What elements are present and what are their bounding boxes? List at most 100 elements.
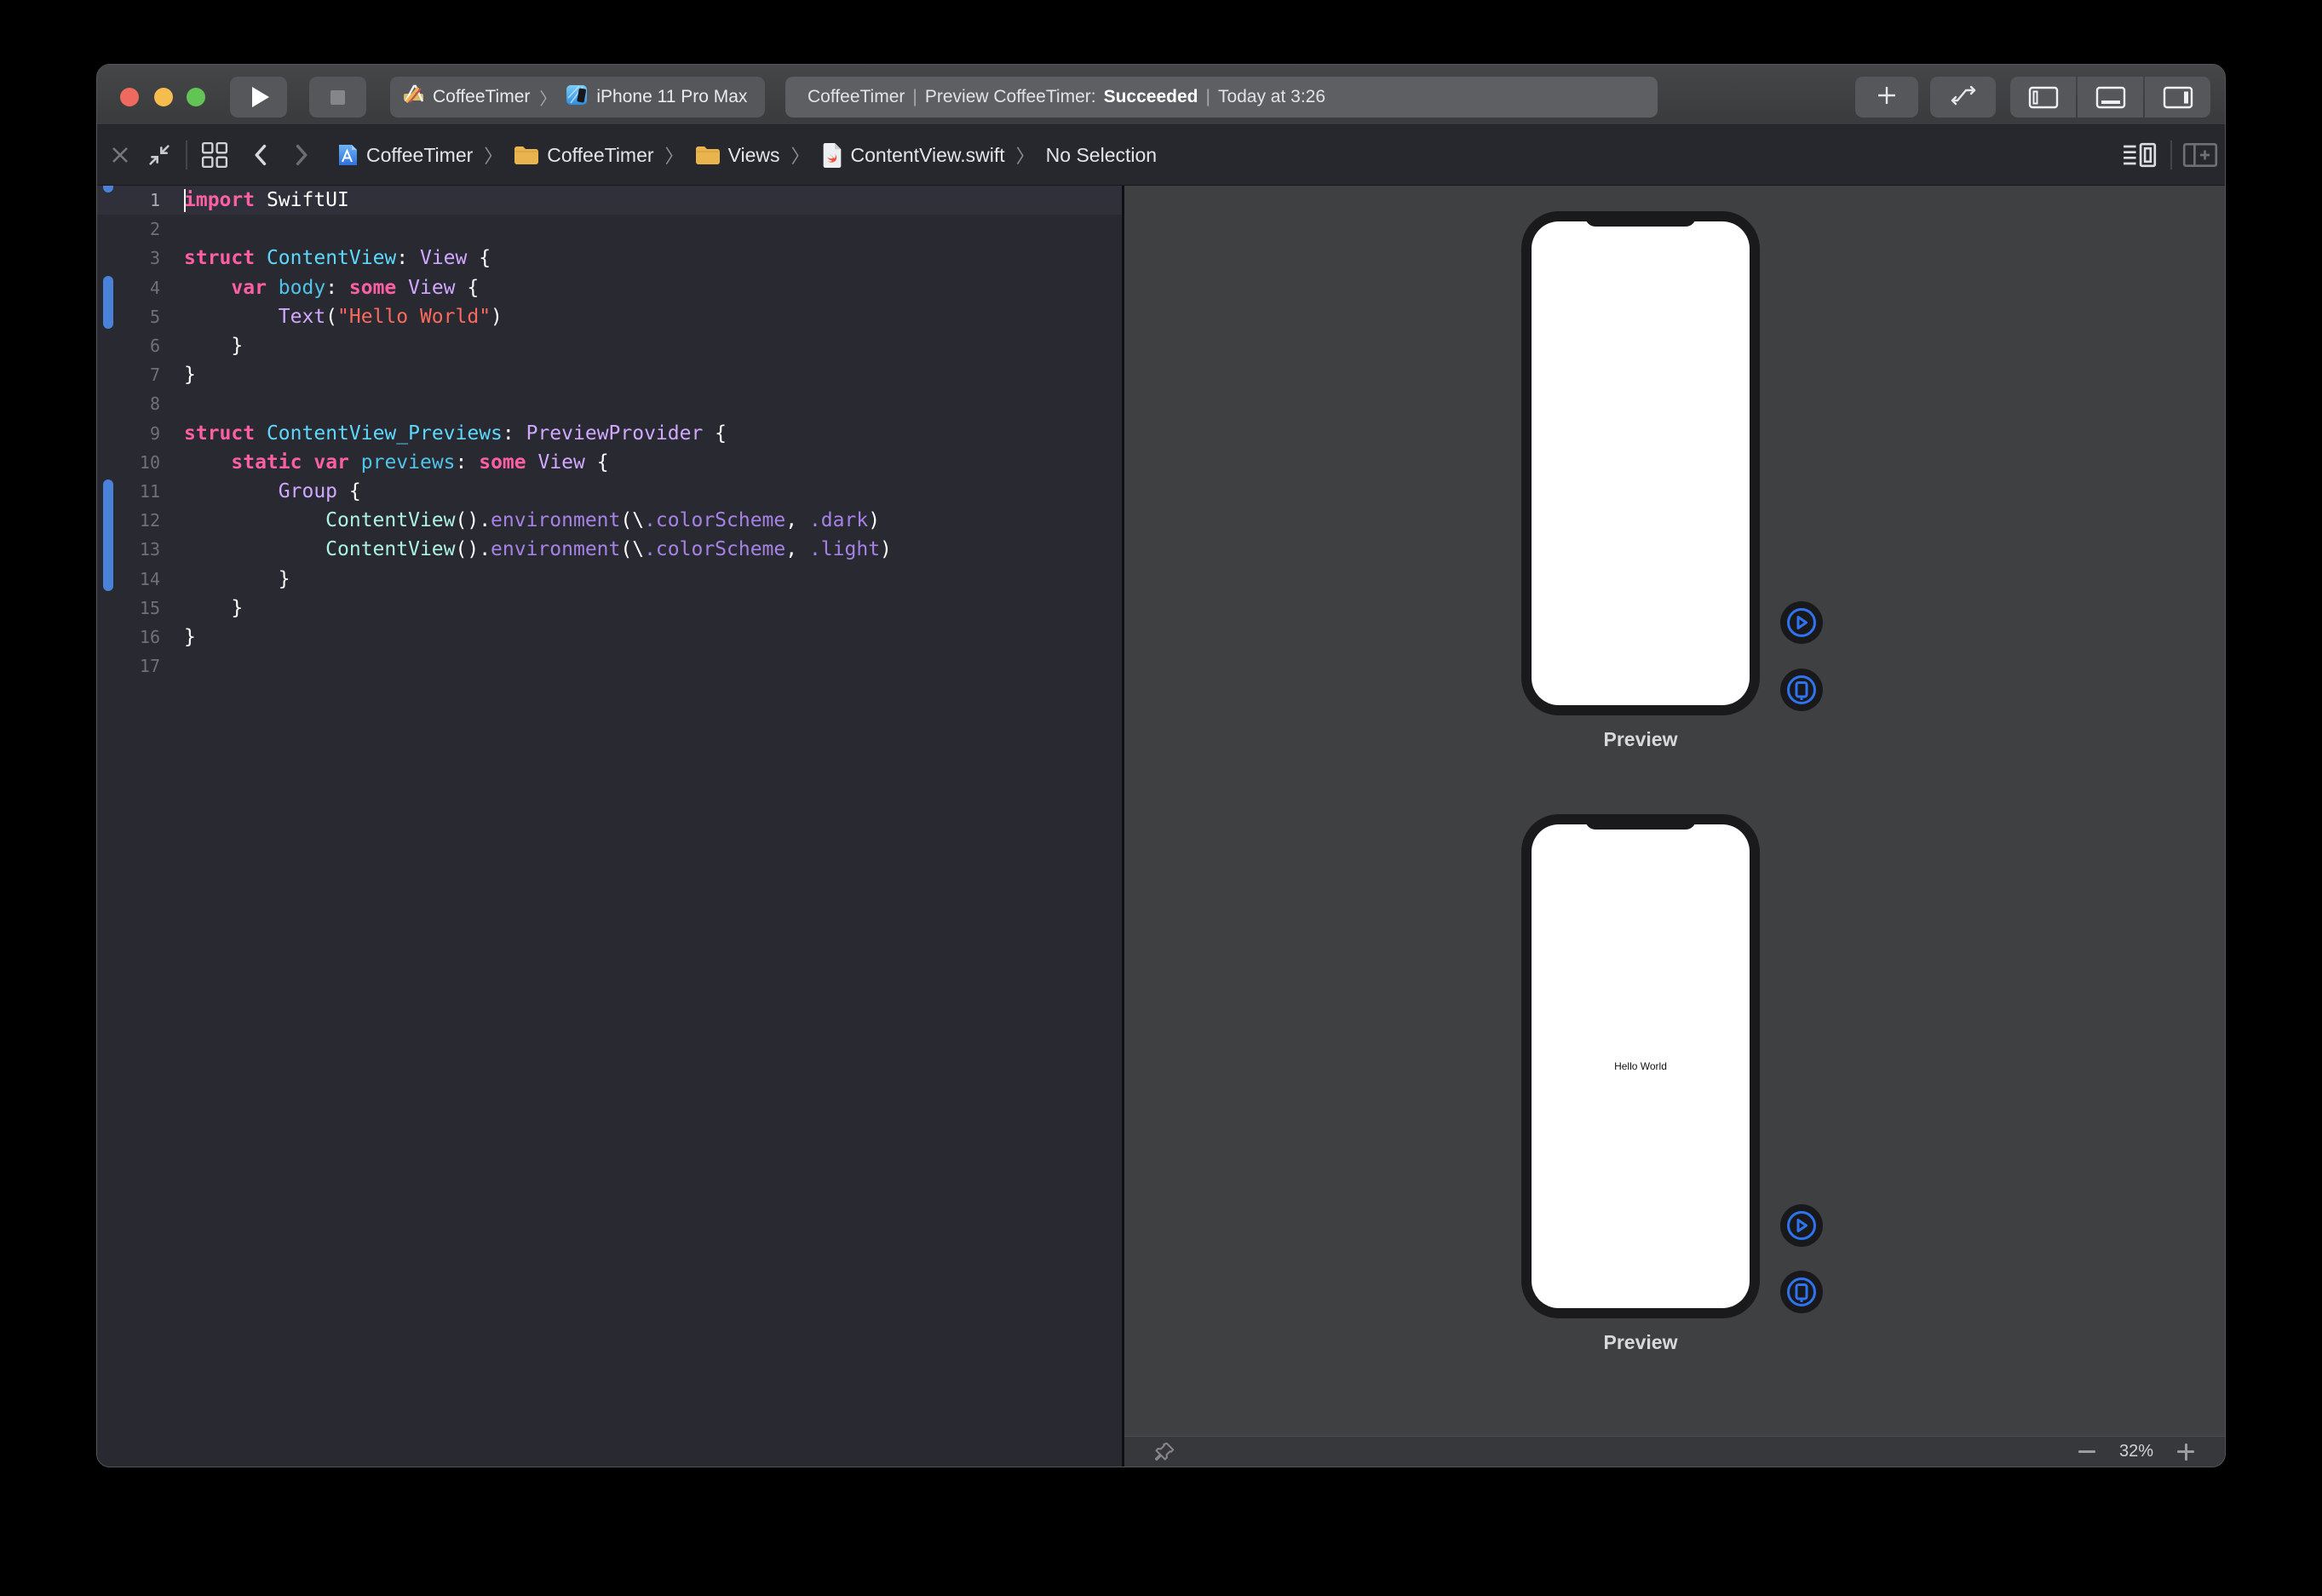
code-rows: 1 import SwiftUI 2 3 struct ContentView: Vie…	[97, 186, 1122, 680]
breadcrumb-item[interactable]: Views	[695, 144, 780, 167]
plus-icon	[1876, 84, 1898, 111]
code-line[interactable]: 9struct ContentView_Previews: PreviewPro…	[97, 419, 1122, 448]
device-preview-light[interactable]: Hello World	[1521, 814, 1760, 1318]
line-number[interactable]: 9	[97, 423, 160, 444]
folder-icon	[514, 145, 539, 165]
breadcrumb-separator: 〉	[665, 141, 684, 169]
device-circle-icon	[1785, 674, 1818, 706]
breadcrumb-item[interactable]: No Selection	[1046, 144, 1157, 167]
code-line[interactable]: 12 ContentView().environment(\.colorSche…	[97, 506, 1122, 535]
code-line[interactable]: 7}	[97, 360, 1122, 389]
preview-on-device-button[interactable]	[1780, 1271, 1823, 1313]
code-text: ContentView().environment(\.colorScheme,…	[184, 538, 892, 560]
toggle-inspector-button[interactable]	[2145, 77, 2210, 118]
preview-screen-text: Hello World	[1614, 1060, 1667, 1072]
code-line[interactable]: 14 }	[97, 564, 1122, 593]
focus-editor-button[interactable]	[147, 142, 172, 168]
preview-title: Preview	[1521, 728, 1760, 751]
line-number[interactable]: 7	[97, 365, 160, 385]
device-notch	[1585, 211, 1696, 227]
line-number[interactable]: 6	[97, 336, 160, 356]
collapse-arrows-icon	[147, 142, 172, 168]
code-line[interactable]: 16}	[97, 623, 1122, 652]
breadcrumb-separator: 〉	[1016, 141, 1035, 169]
play-icon	[252, 87, 269, 107]
activity-status-bar[interactable]: CoffeeTimer | Preview CoffeeTimer: Succe…	[785, 77, 1658, 118]
code-text: ContentView().environment(\.colorScheme,…	[184, 509, 880, 531]
toggle-navigator-button[interactable]	[2010, 77, 2076, 118]
editor-options-icon	[2121, 142, 2158, 168]
swap-arrows-icon	[1948, 84, 1979, 111]
code-line[interactable]: 8	[97, 389, 1122, 418]
add-editor-button[interactable]	[2182, 142, 2218, 168]
line-number[interactable]: 16	[97, 627, 160, 647]
code-text: import SwiftUI	[184, 189, 349, 211]
code-line[interactable]: 2	[97, 215, 1122, 244]
breadcrumb-item[interactable]: CoffeeTimer	[336, 144, 473, 167]
go-forward-button[interactable]	[288, 142, 313, 168]
editor-arrangement-button[interactable]	[1930, 77, 1996, 118]
app-icon	[336, 144, 359, 167]
line-number[interactable]: 1	[97, 190, 160, 210]
toggle-debug-area-button[interactable]	[2078, 77, 2143, 118]
code-line[interactable]: 17	[97, 652, 1122, 680]
simulator-icon	[566, 83, 589, 112]
editor-options-button[interactable]	[2121, 142, 2158, 168]
library-add-button[interactable]	[1855, 77, 1918, 118]
breadcrumb-item[interactable]: ContentView.swift	[821, 142, 1005, 169]
code-line[interactable]: 5 Text("Hello World")	[97, 302, 1122, 331]
desktop: CoffeeTimer 〉 iPhone 11 Pro Max	[0, 0, 2322, 1596]
stop-button[interactable]	[309, 77, 366, 118]
scheme-target-label: CoffeeTimer	[433, 87, 530, 107]
source-editor[interactable]: 1 import SwiftUI 2 3 struct ContentView: Vie…	[97, 186, 1122, 1467]
code-line[interactable]: 1 import SwiftUI	[97, 186, 1122, 215]
breadcrumb-item[interactable]: CoffeeTimer	[514, 144, 653, 167]
pin-preview-button[interactable]	[1152, 1440, 1176, 1464]
code-text: struct ContentView: View {	[184, 247, 491, 269]
breadcrumb-label: CoffeeTimer	[366, 144, 473, 167]
source-change-bar[interactable]	[103, 276, 113, 329]
run-button[interactable]	[230, 77, 287, 118]
status-action: Preview CoffeeTimer:	[925, 87, 1096, 107]
go-back-button[interactable]	[249, 142, 274, 168]
status-separator: |	[1205, 87, 1210, 107]
line-number[interactable]: 15	[97, 598, 160, 618]
code-line[interactable]: 13 ContentView().environment(\.colorSche…	[97, 535, 1122, 564]
code-line[interactable]: 10 static var previews: some View {	[97, 448, 1122, 477]
code-line[interactable]: 6 }	[97, 331, 1122, 360]
chevron-right-icon	[288, 142, 313, 168]
code-line[interactable]: 11 Group {	[97, 477, 1122, 506]
text-cursor	[184, 189, 186, 212]
source-change-bar[interactable]	[103, 479, 113, 591]
code-text: static var previews: some View {	[184, 451, 609, 474]
code-line[interactable]: 4 var body: some View {	[97, 273, 1122, 302]
line-number[interactable]: 10	[97, 452, 160, 473]
breadcrumb-separator: 〉	[484, 141, 503, 169]
live-preview-button[interactable]	[1780, 601, 1823, 644]
code-text: }	[184, 364, 196, 386]
left-panel-icon	[2028, 86, 2059, 109]
code-line[interactable]: 3 struct ContentView: View {	[97, 244, 1122, 273]
close-window-button[interactable]	[120, 88, 139, 106]
scheme-selector[interactable]: CoffeeTimer 〉 iPhone 11 Pro Max	[390, 77, 765, 118]
device-preview-dark[interactable]	[1521, 211, 1760, 715]
breadcrumb-label: Views	[728, 144, 780, 167]
zoom-in-button[interactable]	[2175, 1442, 2196, 1462]
line-number[interactable]: 3	[97, 248, 160, 268]
status-time: Today at 3:26	[1218, 87, 1325, 107]
close-preview-button[interactable]	[109, 144, 131, 166]
related-items-button[interactable]	[201, 141, 228, 169]
plus-icon	[2177, 1450, 2194, 1453]
code-line[interactable]: 15 }	[97, 594, 1122, 623]
preview-on-device-button[interactable]	[1780, 669, 1823, 711]
minus-icon	[2078, 1450, 2095, 1453]
editor-area: 1 import SwiftUI 2 3 struct ContentView: Vie…	[97, 186, 2225, 1467]
line-number[interactable]: 8	[97, 393, 160, 414]
zoom-out-button[interactable]	[2077, 1442, 2097, 1462]
zoom-window-button[interactable]	[187, 88, 205, 106]
line-number[interactable]: 2	[97, 219, 160, 239]
live-preview-button[interactable]	[1780, 1204, 1823, 1247]
minimize-window-button[interactable]	[154, 88, 173, 106]
app-scheme-icon	[402, 83, 425, 112]
line-number[interactable]: 17	[97, 656, 160, 676]
